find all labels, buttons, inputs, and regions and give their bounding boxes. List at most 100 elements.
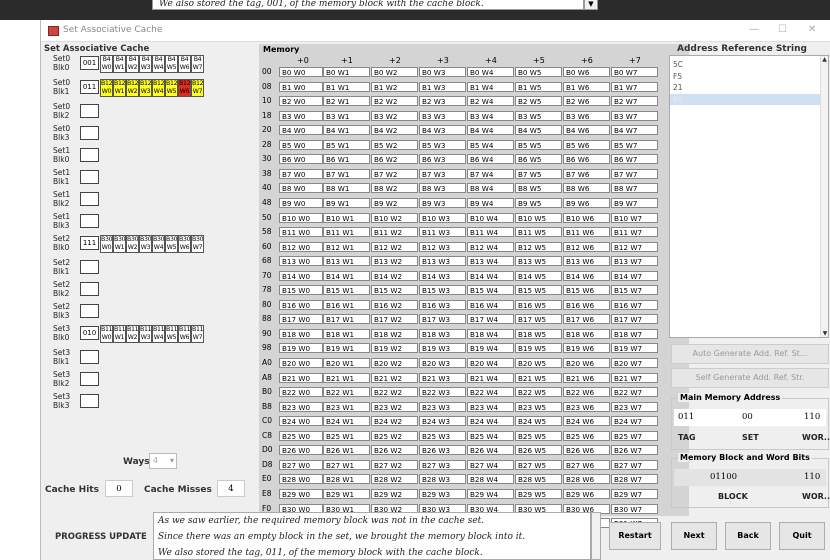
- memory-cell: B15 W0: [279, 285, 323, 296]
- memory-cell: B1 W0: [279, 81, 323, 92]
- cache-word-block: B4: [128, 56, 137, 63]
- memory-cell: B6 W6: [563, 154, 610, 165]
- memory-cell: B18 W6: [563, 328, 610, 339]
- memory-cell: B24 W3: [419, 416, 466, 427]
- memory-cell: B6 W1: [323, 154, 370, 165]
- progress-line-2: Since there was an empty block in the se…: [158, 532, 526, 542]
- memory-cell: B2 W4: [467, 96, 514, 107]
- scroll-up-icon[interactable]: ▲: [821, 56, 828, 63]
- memory-cell: B2 W6: [563, 96, 610, 107]
- block-bits-value: 01100: [710, 472, 738, 482]
- back-button[interactable]: Back: [725, 522, 771, 550]
- cache-word-cell: B12 W5: [165, 79, 178, 97]
- set-label: Set2: [53, 280, 71, 289]
- memory-cell: B24 W2: [371, 416, 418, 427]
- memory-cell: B9 W2: [371, 197, 418, 208]
- memory-cell: B5 W4: [467, 139, 514, 150]
- cache-word-index: W6: [179, 88, 190, 95]
- memory-row-address: 10: [262, 96, 272, 106]
- cache-word-index: W0: [101, 64, 112, 71]
- set-label: Set3: [53, 392, 71, 401]
- self-generate-button[interactable]: Self Generate Add. Ref. Str.: [671, 368, 829, 388]
- memory-cell: B5 W1: [323, 139, 370, 150]
- memory-cell: B0 W2: [371, 67, 418, 77]
- cache-word-index: W4: [153, 88, 164, 95]
- memory-cell: B9 W6: [563, 197, 610, 208]
- memory-row: 88 B17 W0 B17 W1 B17 W2 B17 W3 B17 W4 B17 W5 B1…: [259, 314, 689, 325]
- cache-word-block: B11: [140, 326, 152, 333]
- progress-scrollbar[interactable]: [591, 512, 601, 560]
- memory-cell: B11 W6: [563, 227, 610, 238]
- memory-cell: B10 W6: [563, 212, 610, 223]
- close-button[interactable]: ✕: [808, 24, 816, 35]
- word-bits-value: 110: [804, 412, 821, 422]
- memory-cell: B28 W0: [279, 474, 323, 485]
- list-scrollbar[interactable]: ▲ ▼: [820, 56, 828, 337]
- memory-cell: B18 W0: [279, 328, 323, 339]
- next-button[interactable]: Next: [671, 522, 717, 550]
- cache-word-block: B4: [180, 56, 189, 63]
- memory-cell: B17 W2: [371, 314, 418, 325]
- restart-button[interactable]: Restart: [609, 522, 661, 550]
- memory-cell: B14 W2: [371, 270, 418, 281]
- quit-button[interactable]: Quit: [779, 522, 825, 550]
- memory-cell: B2 W5: [515, 96, 562, 107]
- cache-tag: [80, 282, 99, 296]
- cache-word-index: W5: [166, 334, 177, 341]
- cache-word-index: W0: [101, 88, 112, 95]
- memory-cell: B1 W2: [371, 81, 418, 92]
- memory-cell: B29 W1: [323, 488, 370, 499]
- background-scroll-arrow[interactable]: ▼: [584, 0, 598, 10]
- memory-cell: B7 W1: [323, 168, 370, 179]
- address-reference-list[interactable]: 5C F5 21 60 ▲ ▼: [669, 55, 829, 338]
- memory-row: 10 B2 W0 B2 W1 B2 W2 B2 W3 B2 W4 B2 W5 B2 W6 B2 …: [259, 96, 689, 107]
- cache-word-index: W6: [179, 64, 190, 71]
- minimize-button[interactable]: —: [749, 24, 759, 35]
- memory-cell: B29 W7: [611, 488, 658, 499]
- address-reference-item[interactable]: 5C: [670, 59, 828, 71]
- cache-row-label: Set3 Blk0: [53, 324, 83, 342]
- address-reference-item[interactable]: 60: [670, 93, 828, 105]
- memory-cell: B5 W6: [563, 139, 610, 150]
- set-label: Set3: [53, 324, 71, 333]
- memory-cell: B11 W3: [419, 227, 466, 238]
- progress-update-label: PROGRESS UPDATE: [55, 532, 147, 542]
- maximize-button[interactable]: ☐: [778, 24, 787, 35]
- cache-word-block: B12: [153, 80, 165, 87]
- cache-word-block: B30: [192, 236, 204, 243]
- memory-cell: B24 W7: [611, 416, 658, 427]
- cache-tag: 001: [80, 56, 99, 70]
- memory-cell: B9 W1: [323, 197, 370, 208]
- cache-word-cell: B11 W0: [100, 325, 113, 343]
- memory-cell: B19 W2: [371, 343, 418, 354]
- memory-cell: B2 W1: [323, 96, 370, 107]
- memory-cell: B3 W4: [467, 110, 514, 121]
- cache-word-block: B30: [127, 236, 139, 243]
- cache-word-cell: B30 W4: [152, 235, 165, 253]
- memory-cell: B21 W7: [611, 372, 658, 383]
- memory-cell: B26 W1: [323, 445, 370, 456]
- scroll-down-icon[interactable]: ▼: [821, 330, 829, 337]
- memory-cell: B18 W3: [419, 328, 466, 339]
- memory-cell: B9 W7: [611, 197, 658, 208]
- memory-row-address: E8: [262, 488, 272, 498]
- cache-tag: [80, 170, 99, 184]
- auto-generate-button[interactable]: Auto Generate Add. Ref. St...: [671, 344, 829, 364]
- memory-row: 30 B6 W0 B6 W1 B6 W2 B6 W3 B6 W4 B6 W5 B6 W6 B6 …: [259, 154, 689, 165]
- cache-word-block: B12: [179, 80, 191, 87]
- memory-cell: B25 W7: [611, 430, 658, 441]
- address-reference-item[interactable]: 21: [670, 82, 828, 94]
- ways-select[interactable]: 4 ▾: [149, 453, 177, 469]
- set-label: Set0: [53, 124, 71, 133]
- address-reference-title: Address Reference String: [677, 44, 807, 54]
- memory-cell: B14 W7: [611, 270, 658, 281]
- memory-row-address: 28: [262, 139, 272, 149]
- cache-title: Set Associative Cache: [44, 44, 150, 54]
- memory-cell: B0 W4: [467, 67, 514, 77]
- memory-title: Memory: [263, 45, 300, 54]
- cache-word-index: W6: [179, 244, 190, 251]
- address-reference-item[interactable]: F5: [670, 71, 828, 83]
- memory-cell: B11 W7: [611, 227, 658, 238]
- cache-row-label: Set2 Blk0: [53, 234, 83, 252]
- cache-word-cell: B30 W3: [139, 235, 152, 253]
